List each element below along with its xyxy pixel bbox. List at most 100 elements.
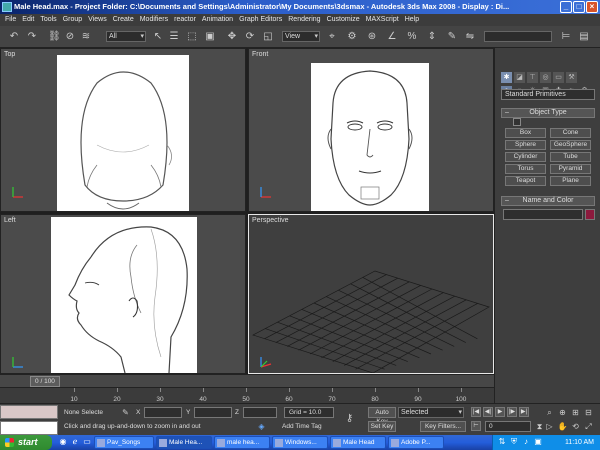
x-coordinate-field[interactable] [144, 407, 182, 418]
display-tab-icon[interactable]: ▭ [553, 72, 564, 83]
pan-icon[interactable]: ✋ [557, 421, 568, 432]
previous-frame-icon[interactable]: ◀| [483, 407, 493, 417]
hierarchy-tab-icon[interactable]: ⊤ [527, 72, 538, 83]
maximize-button[interactable]: □ [573, 1, 585, 13]
maxscript-listener-mini[interactable] [0, 405, 58, 419]
auto-key-button[interactable]: Auto Key [368, 407, 396, 425]
zoom-extents-icon[interactable]: ⊞ [570, 407, 581, 418]
taskbar-item[interactable]: male hea... [214, 436, 270, 449]
menu-rendering[interactable]: Rendering [285, 14, 323, 26]
track-bar[interactable]: 10 20 30 40 50 60 70 80 90 100 [0, 387, 494, 403]
create-tab-icon[interactable]: ✱ [501, 72, 512, 83]
object-color-swatch[interactable] [585, 209, 595, 220]
viewport-top-label[interactable]: Top [4, 51, 15, 58]
redo-icon[interactable]: ↷ [26, 30, 38, 43]
undo-icon[interactable]: ↶ [8, 30, 20, 43]
field-of-view-icon[interactable]: ▷ [544, 421, 555, 432]
reference-coordinate-dropdown[interactable]: View [282, 31, 320, 42]
volume-icon[interactable]: ♪ [521, 437, 531, 447]
menu-tools[interactable]: Tools [37, 14, 59, 26]
network-icon[interactable]: ⇅ [497, 437, 507, 447]
zoom-all-icon[interactable]: ⊕ [557, 407, 568, 418]
menu-reactor[interactable]: reactor [171, 14, 199, 26]
pyramid-button[interactable]: Pyramid [550, 164, 591, 174]
align-icon[interactable]: ⊨ [560, 30, 572, 43]
rotate-icon[interactable]: ⟳ [244, 30, 256, 43]
link-icon[interactable]: ⛓ [48, 30, 61, 43]
torus-button[interactable]: Torus [505, 164, 546, 174]
viewport-top[interactable]: Top [0, 48, 246, 212]
firefox-quicklaunch-icon[interactable]: ◉ [58, 437, 68, 447]
bind-space-warp-icon[interactable]: ≋ [80, 30, 92, 43]
taskbar-item[interactable]: Adobe P... [388, 436, 444, 449]
menu-create[interactable]: Create [110, 14, 137, 26]
arc-rotate-icon[interactable]: ⟲ [570, 421, 581, 432]
mirror-icon[interactable]: ⇋ [464, 30, 476, 43]
next-frame-icon[interactable]: |▶ [507, 407, 517, 417]
viewport-perspective[interactable]: Perspective [248, 214, 494, 374]
time-config-icon[interactable]: ◈ [256, 421, 267, 432]
tube-button[interactable]: Tube [550, 152, 591, 162]
plane-button[interactable]: Plane [550, 176, 591, 186]
y-coordinate-field[interactable] [194, 407, 232, 418]
ie-quicklaunch-icon[interactable]: ℯ [70, 437, 80, 447]
minimize-button[interactable]: _ [560, 1, 572, 13]
z-coordinate-field[interactable] [243, 407, 277, 418]
menu-group[interactable]: Group [60, 14, 85, 26]
zoom-icon[interactable]: ⌕ [544, 407, 555, 418]
taskbar-item[interactable]: Pav_Songs [94, 436, 154, 449]
pivot-center-icon[interactable]: ⌖ [326, 30, 338, 43]
menu-file[interactable]: File [2, 14, 19, 26]
taskbar-item[interactable]: Windows... [272, 436, 328, 449]
utilities-tab-icon[interactable]: ⚒ [566, 72, 577, 83]
geosphere-button[interactable]: GeoSphere [550, 140, 591, 150]
motion-tab-icon[interactable]: ◎ [540, 72, 551, 83]
menu-animation[interactable]: Animation [199, 14, 236, 26]
menu-graph-editors[interactable]: Graph Editors [236, 14, 285, 26]
edit-named-selection-icon[interactable]: ✎ [446, 30, 458, 43]
show-desktop-icon[interactable]: ▭ [82, 437, 92, 447]
cylinder-button[interactable]: Cylinder [505, 152, 546, 162]
key-mode-dropdown[interactable]: Selected [398, 407, 464, 418]
selection-lock-icon[interactable]: ✎ [120, 407, 131, 418]
set-key-button[interactable]: Set Key [368, 421, 396, 432]
menu-modifiers[interactable]: Modifiers [137, 14, 171, 26]
menu-maxscript[interactable]: MAXScript [363, 14, 402, 26]
scale-icon[interactable]: ◱ [262, 30, 274, 43]
select-manipulate-icon[interactable]: ⚙ [346, 30, 358, 43]
start-button[interactable]: start [0, 435, 52, 450]
taskbar-item[interactable]: Male Head [330, 436, 386, 449]
maxscript-listener-input[interactable] [0, 421, 58, 435]
zoom-extents-all-icon[interactable]: ⊟ [583, 407, 594, 418]
layer-manager-icon[interactable]: ▤ [578, 30, 590, 43]
name-and-color-rollout[interactable]: Name and Color [501, 196, 595, 206]
go-to-start-icon[interactable]: |◀ [471, 407, 481, 417]
menu-customize[interactable]: Customize [324, 14, 363, 26]
window-crossing-icon[interactable]: ▣ [204, 30, 216, 43]
current-frame-field[interactable]: 0 [485, 421, 531, 432]
close-button[interactable]: × [586, 1, 598, 13]
object-name-input[interactable] [503, 209, 583, 220]
move-icon[interactable]: ✥ [226, 30, 238, 43]
teapot-button[interactable]: Teapot [505, 176, 546, 186]
viewport-left[interactable]: Left [0, 214, 246, 374]
angle-snap-icon[interactable]: ∠ [386, 30, 398, 43]
box-button[interactable]: Box [505, 128, 546, 138]
menu-views[interactable]: Views [85, 14, 110, 26]
viewport-front[interactable]: Front [248, 48, 494, 212]
select-object-icon[interactable]: ↖ [152, 30, 164, 43]
go-to-end-icon[interactable]: ▶| [519, 407, 529, 417]
unlink-icon[interactable]: ⊘ [64, 30, 76, 43]
spinner-snap-icon[interactable]: ⇕ [426, 30, 438, 43]
key-mode-toggle-icon[interactable]: ⊢ [471, 421, 481, 431]
menu-edit[interactable]: Edit [19, 14, 37, 26]
modify-tab-icon[interactable]: ◪ [514, 72, 525, 83]
display-icon[interactable]: ▣ [533, 437, 543, 447]
menu-help[interactable]: Help [402, 14, 422, 26]
taskbar-item[interactable]: Male Hea... [156, 436, 212, 449]
autogrid-checkbox[interactable] [513, 118, 521, 126]
play-icon[interactable]: ▶ [495, 407, 505, 417]
named-selection-sets-field[interactable] [484, 31, 552, 42]
set-key-icon[interactable]: ⚷ [344, 413, 355, 424]
percent-snap-icon[interactable]: % [406, 30, 418, 43]
